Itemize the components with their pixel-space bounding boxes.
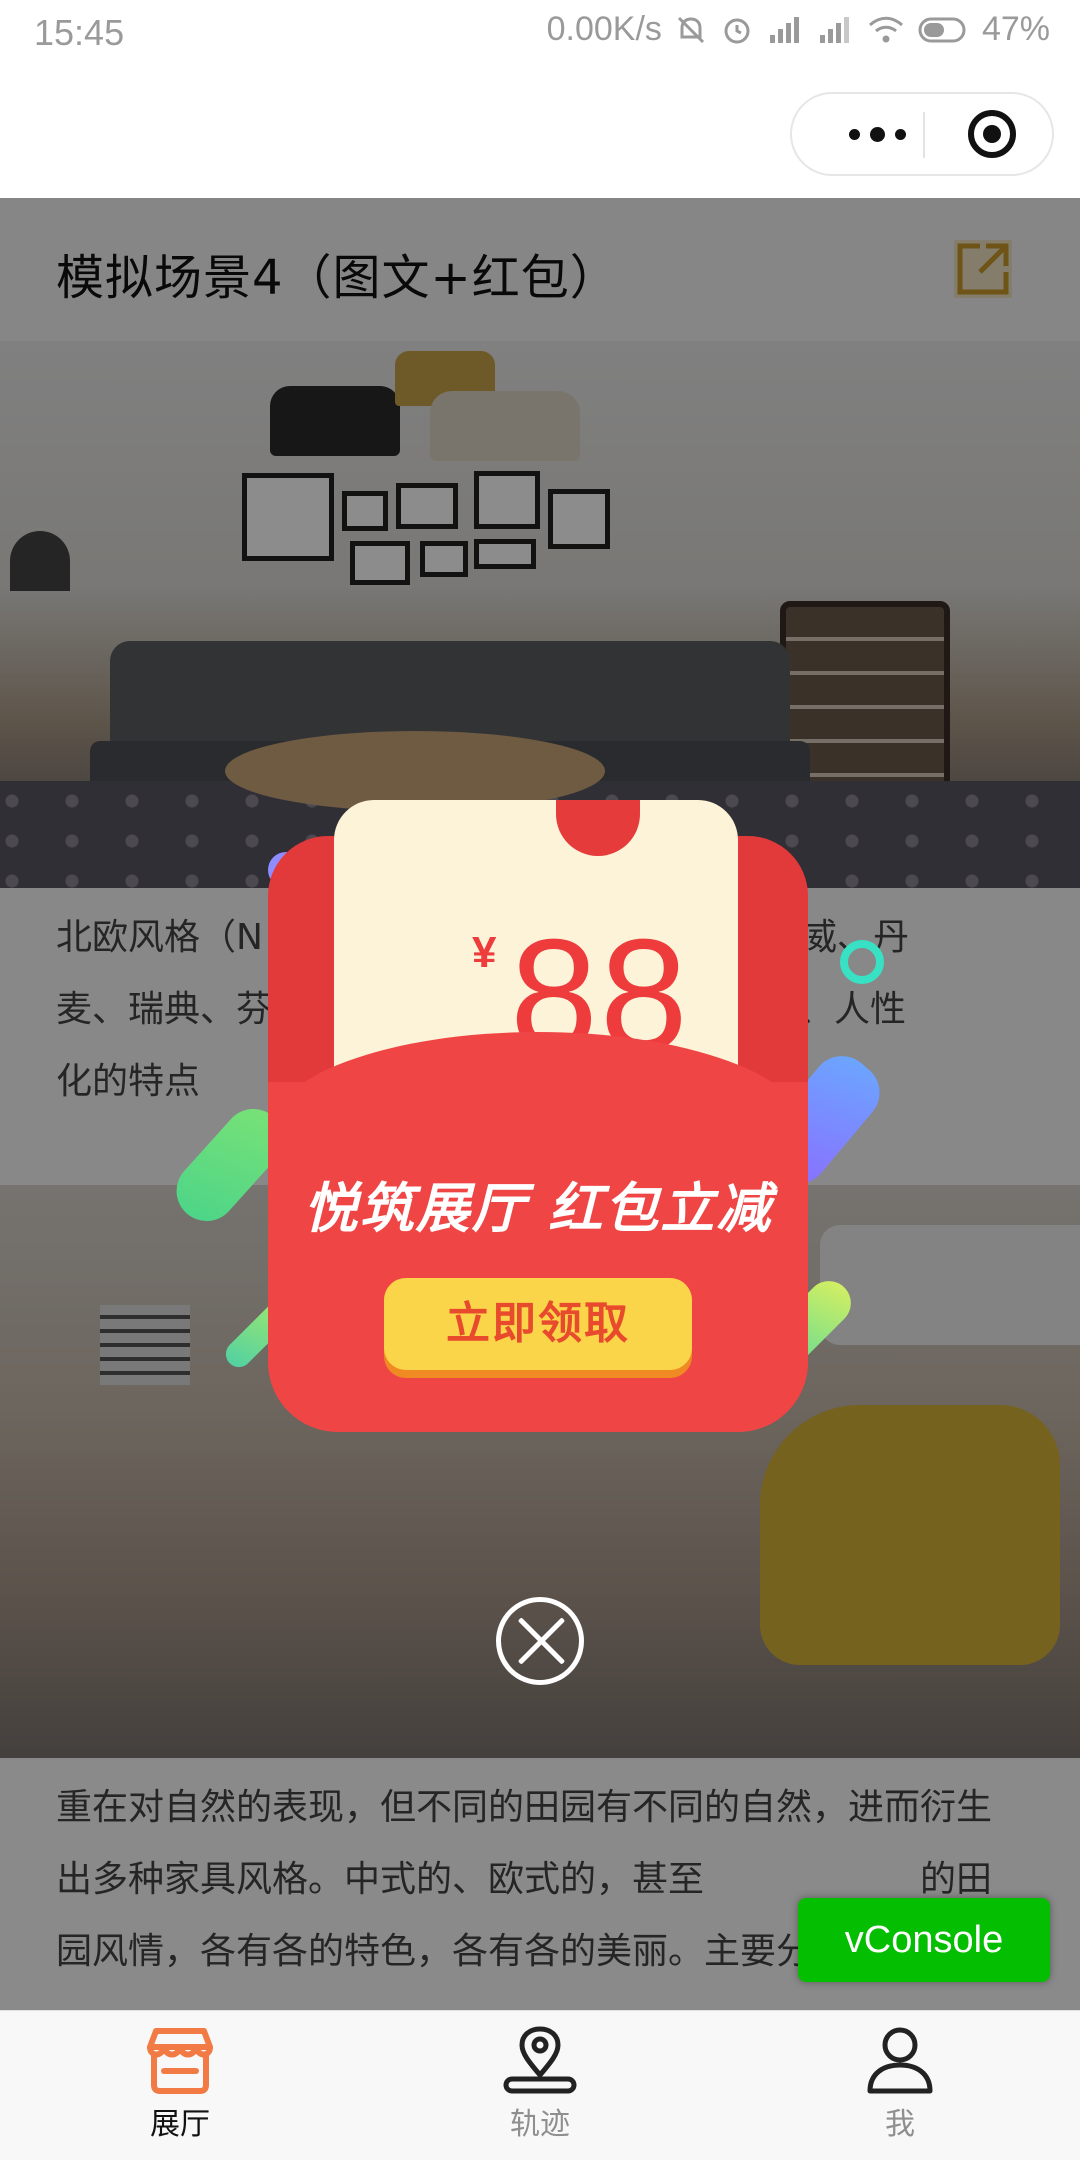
tab-hall-label: 展厅 (150, 2107, 210, 2142)
vconsole-label: vConsole (844, 1919, 1004, 1961)
location-pin-icon (440, 2025, 640, 2095)
store-icon (80, 2025, 280, 2095)
tab-bar: 展厅 轨迹 我 (0, 2010, 1080, 2160)
more-dots-icon[interactable] (832, 94, 922, 174)
packet-slogan: 悦筑展厅 红包立减 (303, 1177, 773, 1240)
tab-me[interactable]: 我 (800, 2025, 1000, 2155)
battery-icon (918, 15, 970, 45)
tab-track-label: 轨迹 (510, 2107, 570, 2142)
tab-hall[interactable]: 展厅 (80, 2025, 280, 2155)
capsule-menu (790, 92, 1054, 176)
status-indicators: 0.00K/s 47% (547, 10, 1050, 49)
target-close-icon[interactable] (968, 110, 1016, 158)
red-packet-popup[interactable]: ¥ 88 悦筑展厅 红包立减 立即领取 (268, 776, 808, 1432)
signal-hd-icon (766, 13, 804, 47)
user-icon (800, 2025, 1000, 2095)
miniprogram-header (0, 68, 1080, 198)
tab-me-label: 我 (885, 2107, 915, 2142)
vconsole-button[interactable]: vConsole (798, 1898, 1050, 1982)
coupon-currency: ¥ (472, 928, 497, 977)
close-circle-icon[interactable] (496, 1597, 584, 1685)
signal-icon (816, 13, 854, 47)
mute-bell-icon (674, 13, 708, 47)
network-speed: 0.00K/s (546, 10, 662, 48)
wifi-icon (866, 13, 906, 47)
alarm-icon (720, 13, 754, 47)
tab-track[interactable]: 轨迹 (440, 2025, 640, 2155)
coupon-notch (556, 800, 640, 856)
packet-front (268, 1032, 808, 1432)
capsule-divider (923, 112, 925, 158)
claim-button-label: 立即领取 (446, 1298, 630, 1349)
status-time: 15:45 (34, 12, 125, 53)
claim-button[interactable]: 立即领取 (384, 1278, 692, 1370)
decoration-ring (840, 940, 884, 984)
status-bar: 15:45 0.00K/s 47% (0, 0, 1080, 68)
battery-level: 47% (981, 10, 1050, 48)
